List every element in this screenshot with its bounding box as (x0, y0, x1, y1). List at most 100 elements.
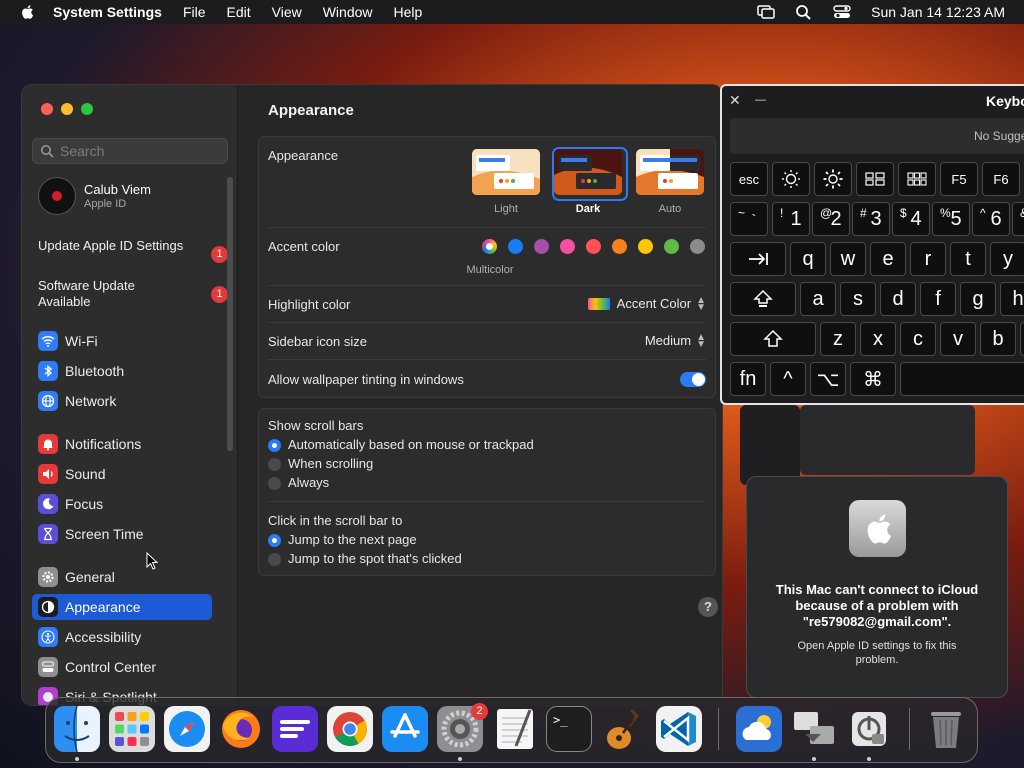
zoom-window-button[interactable] (81, 103, 93, 115)
key-shift[interactable] (730, 322, 816, 356)
key-z[interactable]: z (820, 322, 856, 356)
key-w[interactable]: w (830, 242, 866, 276)
key-4[interactable]: $4 (892, 202, 930, 236)
menu-clock[interactable]: Sun Jan 14 12:23 AM (871, 4, 1005, 20)
key-x[interactable]: x (860, 322, 896, 356)
key-t[interactable]: t (950, 242, 986, 276)
menu-help[interactable]: Help (394, 4, 423, 20)
disk-utility-icon[interactable] (846, 706, 892, 752)
migration-icon[interactable] (791, 706, 837, 752)
appearance-dark-option[interactable] (554, 149, 622, 195)
accent-pink-swatch[interactable] (560, 239, 575, 254)
key-2[interactable]: @2 (812, 202, 850, 236)
accent-yellow-swatch[interactable] (638, 239, 653, 254)
key-f5[interactable]: F5 (940, 162, 978, 196)
sidebar-item-network[interactable]: Network (32, 388, 212, 414)
sidebar-item-notifications[interactable]: Notifications (32, 431, 212, 457)
key-c[interactable]: c (900, 322, 936, 356)
key-3[interactable]: #3 (852, 202, 890, 236)
key-backtick[interactable]: ~ ` (730, 202, 768, 236)
apple-id-account[interactable]: Calub Viem Apple ID (38, 177, 151, 215)
sidebar-item-general[interactable]: General (32, 564, 212, 590)
menu-file[interactable]: File (183, 4, 206, 20)
minimize-window-button[interactable] (61, 103, 73, 115)
key-fn[interactable]: fn (730, 362, 766, 396)
garageband-icon[interactable] (601, 706, 647, 752)
key-e[interactable]: e (870, 242, 906, 276)
keyboard-close-button[interactable]: ✕ (729, 92, 741, 109)
sidebar-item-appearance[interactable]: Appearance (32, 594, 212, 620)
key-g[interactable]: g (960, 282, 996, 316)
menu-app-name[interactable]: System Settings (53, 4, 162, 20)
key-f[interactable]: f (920, 282, 956, 316)
menu-window[interactable]: Window (323, 4, 373, 20)
accent-orange-swatch[interactable] (612, 239, 627, 254)
scroll-always-radio[interactable] (268, 477, 281, 490)
finder-icon[interactable] (54, 706, 100, 752)
icloud-weather-icon[interactable] (736, 706, 782, 752)
key-d[interactable]: d (880, 282, 916, 316)
safari-icon[interactable] (164, 706, 210, 752)
brightness-up-key[interactable] (814, 162, 852, 196)
key-1[interactable]: ! 1 (772, 202, 810, 236)
accent-graphite-swatch[interactable] (690, 239, 705, 254)
update-apple-id-settings-item[interactable]: Update Apple ID Settings 1 (38, 238, 228, 263)
vscode-icon[interactable] (656, 706, 702, 752)
launchpad-icon[interactable] (109, 706, 155, 752)
trash-icon[interactable] (923, 706, 969, 752)
sidebar-item-wifi[interactable]: Wi-Fi (32, 328, 212, 354)
terminal-icon[interactable]: >_ (546, 706, 592, 752)
sidebar-scrollbar[interactable] (227, 177, 233, 451)
help-button[interactable]: ? (698, 597, 718, 617)
keyboard-minimize-button[interactable]: — (755, 94, 766, 106)
accent-green-swatch[interactable] (664, 239, 679, 254)
scroll-auto-radio[interactable] (268, 439, 281, 452)
control-center-menu-icon[interactable] (833, 4, 851, 20)
key-h[interactable]: h (1000, 282, 1024, 316)
key-control[interactable]: ^ (770, 362, 806, 396)
appearance-light-option[interactable] (472, 149, 540, 195)
key-space[interactable] (900, 362, 1024, 396)
wallpaper-tinting-toggle[interactable] (680, 372, 706, 387)
spotlight-search-icon[interactable] (795, 4, 813, 20)
key-caps-lock[interactable] (730, 282, 796, 316)
textedit-icon[interactable] (492, 706, 538, 752)
key-n[interactable] (1020, 322, 1024, 356)
sidebar-item-bluetooth[interactable]: Bluetooth (32, 358, 212, 384)
key-7[interactable]: & (1012, 202, 1024, 236)
sidebar-item-screen-time[interactable]: Screen Time (32, 521, 212, 547)
key-6[interactable]: ^ 6 (972, 202, 1010, 236)
key-q[interactable]: q (790, 242, 826, 276)
chrome-icon[interactable] (327, 706, 373, 752)
jump-next-page-radio[interactable] (268, 534, 281, 547)
sidebar-item-accessibility[interactable]: Accessibility (32, 624, 212, 650)
menu-view[interactable]: View (272, 4, 302, 20)
screen-mirroring-icon[interactable] (757, 4, 775, 20)
sidebar-item-sound[interactable]: Sound (32, 461, 212, 487)
key-y[interactable]: y (990, 242, 1024, 276)
key-r[interactable]: r (910, 242, 946, 276)
highlight-color-popup[interactable]: Accent Color ▲ ▼ (587, 295, 706, 312)
firefox-icon[interactable] (218, 706, 264, 752)
key-command[interactable]: ⌘ (850, 362, 896, 396)
key-a[interactable]: a (800, 282, 836, 316)
sidebar-icon-size-popup[interactable]: Medium ▲ ▼ (645, 332, 706, 349)
app-store-icon[interactable] (382, 706, 428, 752)
key-f6[interactable]: F6 (982, 162, 1020, 196)
close-window-button[interactable] (41, 103, 53, 115)
accent-blue-swatch[interactable] (508, 239, 523, 254)
key-s[interactable]: s (840, 282, 876, 316)
key-tab[interactable] (730, 242, 786, 276)
menu-edit[interactable]: Edit (227, 4, 251, 20)
launchpad-key[interactable] (898, 162, 936, 196)
search-input[interactable] (58, 142, 222, 160)
key-b[interactable]: b (980, 322, 1016, 356)
key-5[interactable]: % 5 (932, 202, 970, 236)
key-esc[interactable]: esc (730, 162, 768, 196)
key-option[interactable]: ⌥ (810, 362, 846, 396)
mission-control-key[interactable] (856, 162, 894, 196)
scroll-when-scrolling-radio[interactable] (268, 458, 281, 471)
brightness-down-key[interactable] (772, 162, 810, 196)
accent-purple-swatch[interactable] (534, 239, 549, 254)
software-update-available-item[interactable]: Software Update Available 1 (38, 278, 228, 310)
